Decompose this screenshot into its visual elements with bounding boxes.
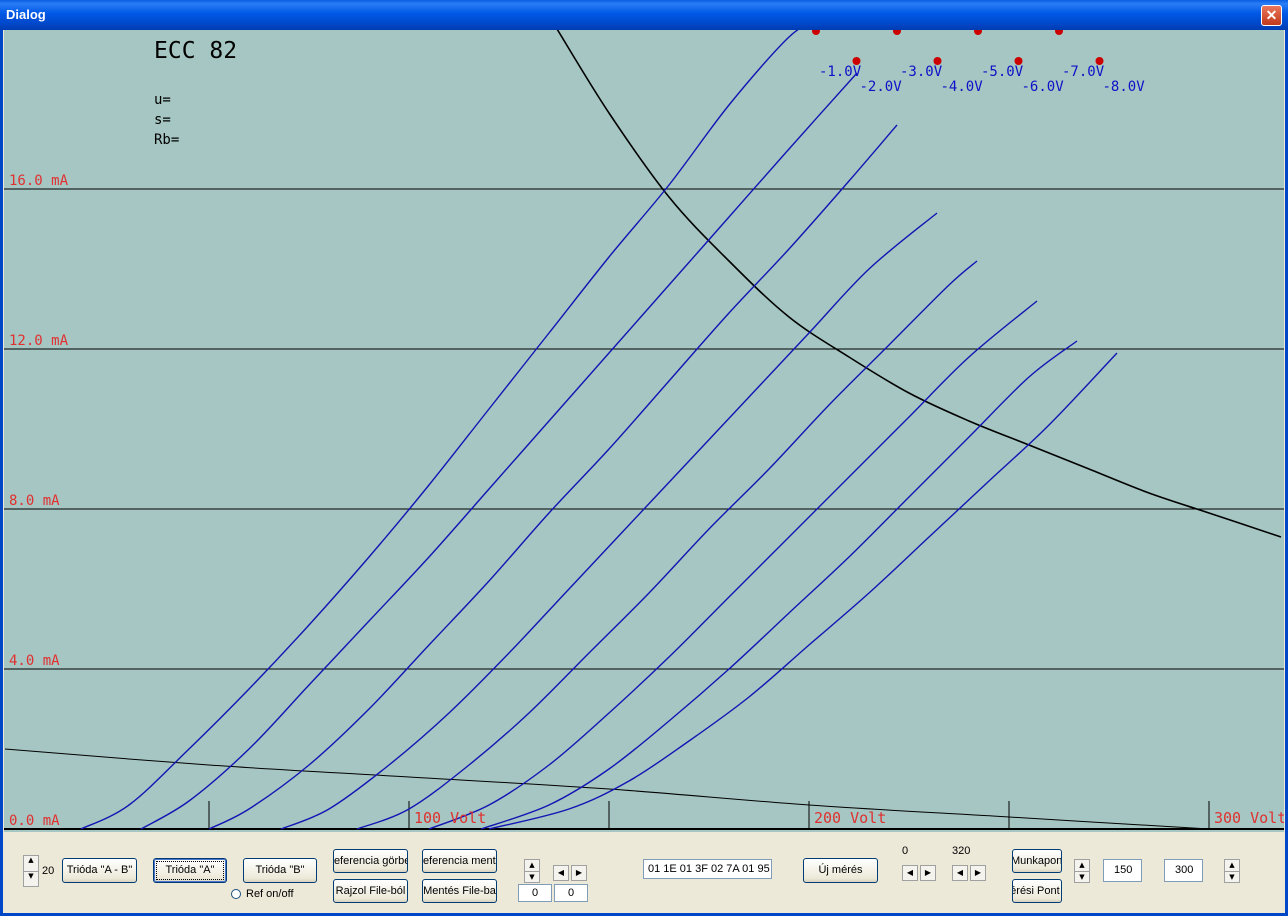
offset-right-icon[interactable]: ▶ (571, 865, 587, 881)
y-tick-label-0: 0.0 mA (9, 813, 60, 829)
referencia-mentes-button[interactable]: Referencia mentés (422, 849, 497, 873)
offset-left-icon[interactable]: ◀ (553, 865, 569, 881)
y-tick-label-3: 12.0 mA (9, 333, 69, 349)
param-s: s= (154, 112, 171, 128)
field-300-up-icon[interactable]: ▲ (1225, 860, 1239, 872)
meresi-pont-label: Mérési Pont (1013, 885, 1060, 897)
close-button[interactable]: ✕ (1261, 5, 1282, 26)
spin-value: 20 (42, 865, 55, 877)
legend-label-3: -4.0V (941, 79, 984, 95)
ref-onoff-label: Ref on/off (246, 888, 294, 900)
legend-label-0: -1.0V (819, 64, 862, 80)
legend-marker-5 (1014, 57, 1023, 65)
trioda-a-button[interactable]: Trióda "A" (153, 858, 227, 883)
legend-label-2: -3.0V (900, 64, 943, 80)
offset-stepper[interactable]: ▲ ▼ (524, 859, 540, 883)
x-tick-label-5: 300 Volt (1214, 809, 1284, 827)
legend-marker-3 (933, 57, 942, 65)
range-max-right-icon[interactable]: ▶ (970, 865, 986, 881)
munkapont-label: Munkapont (1012, 855, 1062, 867)
legend-marker-1 (852, 57, 861, 65)
range-max-label: 320 (952, 845, 971, 857)
range-min-label: 0 (902, 845, 909, 857)
field-150-up-icon[interactable]: ▲ (1075, 860, 1089, 872)
range-max-left-icon[interactable]: ◀ (952, 865, 968, 881)
window-title: Dialog (6, 7, 46, 22)
field-300-stepper[interactable]: ▲ ▼ (1224, 859, 1240, 883)
spin-down-icon[interactable]: ▼ (24, 872, 38, 887)
spin-up-icon[interactable]: ▲ (24, 856, 38, 872)
title-bar: Dialog ✕ (0, 0, 1288, 30)
tube-characteristic-chart: 0.0 mA 4.0 mA 8.0 mA 12.0 mA 16.0 mA 100 Volt… (4, 30, 1284, 832)
range-min-left-icon[interactable]: ◀ (902, 865, 918, 881)
offset-down-icon[interactable]: ▼ (525, 872, 539, 883)
field-150[interactable]: 150 (1103, 859, 1142, 882)
field-300[interactable]: 300 (1164, 859, 1203, 882)
legend-label-1: -2.0V (860, 79, 903, 95)
offset-up-icon[interactable]: ▲ (525, 860, 539, 872)
offset-b-field[interactable]: 0 (554, 884, 588, 902)
x-tick-label-3: 200 Volt (814, 809, 886, 827)
meresi-pont-button[interactable]: Mérési Pont (1012, 879, 1062, 903)
offset-a-field[interactable]: 0 (518, 884, 552, 902)
legend-label-4: -5.0V (981, 64, 1024, 80)
legend-marker-7 (1095, 57, 1104, 65)
referencia-mentes-label: Referencia mentés (422, 855, 496, 867)
munkapont-button[interactable]: Munkapont (1012, 849, 1062, 873)
field-150-down-icon[interactable]: ▼ (1075, 872, 1089, 883)
legend-label-7: -8.0V (1103, 79, 1146, 95)
rajzol-file-button[interactable]: Rajzol File-ból (333, 879, 408, 903)
range-min-right-icon[interactable]: ▶ (920, 865, 936, 881)
y-tick-label-1: 4.0 mA (9, 653, 60, 669)
trioda-ab-button[interactable]: Trióda "A - B" (62, 858, 137, 883)
param-u: u= (154, 92, 171, 108)
hex-data-field[interactable]: 01 1E 01 3F 02 7A 01 95 (643, 859, 772, 879)
field-300-down-icon[interactable]: ▼ (1225, 872, 1239, 883)
mentes-file-button[interactable]: Mentés File-ba (422, 879, 497, 903)
trioda-b-button[interactable]: Trióda "B" (243, 858, 317, 883)
chart-background (4, 30, 1284, 832)
param-rb: Rb= (154, 132, 179, 148)
chart-title: ECC 82 (154, 38, 237, 64)
x-tick-label-1: 100 Volt (414, 809, 486, 827)
uj-meres-button[interactable]: Új mérés (803, 858, 878, 883)
y-tick-label-4: 16.0 mA (9, 173, 69, 189)
field-150-stepper[interactable]: ▲ ▼ (1074, 859, 1090, 883)
legend-label-6: -7.0V (1062, 64, 1105, 80)
ref-onoff-radio[interactable] (231, 889, 241, 899)
referencia-gorbe-label: Referencia görbe (333, 855, 408, 867)
legend-label-5: -6.0V (1022, 79, 1065, 95)
referencia-gorbe-button[interactable]: Referencia görbe (333, 849, 408, 873)
y-tick-label-2: 8.0 mA (9, 493, 60, 509)
spin-value-stepper[interactable]: ▲ ▼ (23, 855, 39, 887)
